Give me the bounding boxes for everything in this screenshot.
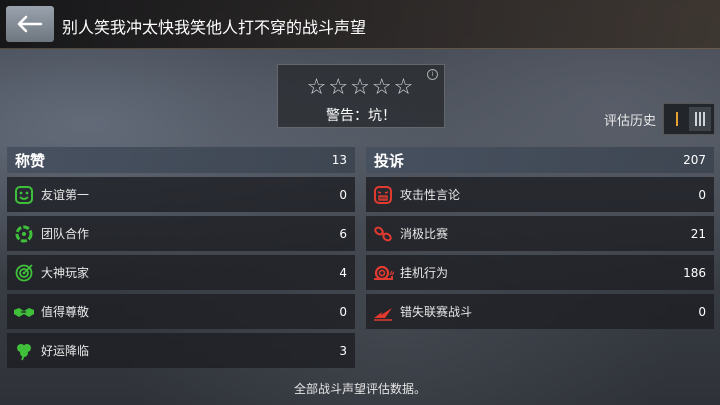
complaint-title: 投诉 bbox=[374, 151, 405, 170]
angry-face-icon bbox=[372, 184, 394, 206]
complaint-label: 攻击性言论 bbox=[400, 188, 461, 202]
praise-value: 3 bbox=[339, 343, 347, 358]
complaint-value: 0 bbox=[698, 187, 706, 202]
complaint-label: 消极比赛 bbox=[400, 227, 449, 241]
history-label: 评估历史 bbox=[604, 114, 657, 129]
praise-panel: 称赞 13 友谊第一 0 团队合作 6 大神玩家 4 值得尊敬 0 好运降临 3 bbox=[7, 147, 355, 368]
back-arrow-icon bbox=[17, 15, 43, 33]
praise-label: 值得尊敬 bbox=[41, 305, 90, 319]
complaint-value: 21 bbox=[690, 226, 706, 241]
complaint-row[interactable]: 挂机行为 186 bbox=[366, 255, 714, 290]
snail-icon bbox=[372, 262, 394, 284]
star-rating: ☆☆☆☆☆ bbox=[278, 75, 444, 100]
praise-label: 友谊第一 bbox=[41, 188, 90, 202]
history-single-bar-icon[interactable] bbox=[667, 107, 687, 131]
praise-value: 4 bbox=[339, 265, 347, 280]
complaint-value: 186 bbox=[683, 265, 706, 280]
praise-row[interactable]: 团队合作 6 bbox=[7, 216, 355, 251]
footer-text: 全部战斗声望评估数据。 bbox=[293, 382, 426, 396]
praise-value: 0 bbox=[339, 187, 347, 202]
top-bar: 别人笑我冲太快我笑他人打不穿的战斗声望 bbox=[0, 0, 720, 49]
star-icon: ☆ bbox=[393, 75, 416, 100]
complaint-panel: 投诉 207 攻击性言论 0 消极比赛 21 挂机行为 186 错失联赛战斗 0 bbox=[366, 147, 714, 329]
target-icon bbox=[13, 262, 35, 284]
warning-text: 警告：坑！ bbox=[326, 108, 396, 124]
rating-box: ☆☆☆☆☆ i 警告：坑！ bbox=[277, 64, 445, 128]
praise-header: 称赞 13 bbox=[7, 147, 355, 173]
page-title: 别人笑我冲太快我笑他人打不穿的战斗声望 bbox=[62, 18, 367, 37]
clover-icon bbox=[13, 340, 35, 362]
complaint-row[interactable]: 消极比赛 21 bbox=[366, 216, 714, 251]
complaint-count: 207 bbox=[683, 153, 706, 167]
star-icon: ☆ bbox=[306, 75, 329, 100]
praise-title: 称赞 bbox=[15, 151, 46, 170]
info-icon[interactable]: i bbox=[427, 69, 438, 80]
teamwork-ring-icon bbox=[13, 223, 35, 245]
star-icon: ☆ bbox=[350, 75, 372, 100]
history-multi-bar-icon[interactable] bbox=[689, 107, 711, 131]
back-button[interactable] bbox=[6, 6, 54, 42]
chain-icon bbox=[372, 223, 394, 245]
complaint-row[interactable]: 错失联赛战斗 0 bbox=[366, 294, 714, 329]
history-toggle[interactable] bbox=[663, 103, 715, 135]
praise-label: 团队合作 bbox=[41, 227, 90, 241]
praise-value: 6 bbox=[339, 226, 347, 241]
smile-icon bbox=[13, 184, 35, 206]
praise-count: 13 bbox=[331, 153, 347, 167]
praise-row[interactable]: 好运降临 3 bbox=[7, 333, 355, 368]
handshake-icon bbox=[13, 301, 35, 323]
praise-row[interactable]: 值得尊敬 0 bbox=[7, 294, 355, 329]
star-icon: ☆ bbox=[371, 75, 394, 100]
complaint-label: 错失联赛战斗 bbox=[400, 305, 473, 319]
praise-value: 0 bbox=[339, 304, 347, 319]
complaint-value: 0 bbox=[698, 304, 706, 319]
complaint-label: 挂机行为 bbox=[400, 266, 449, 280]
praise-row[interactable]: 大神玩家 4 bbox=[7, 255, 355, 290]
broken-arrow-icon bbox=[372, 301, 394, 323]
praise-label: 大神玩家 bbox=[41, 266, 90, 280]
praise-label: 好运降临 bbox=[41, 344, 90, 358]
praise-row[interactable]: 友谊第一 0 bbox=[7, 177, 355, 212]
complaint-header: 投诉 207 bbox=[366, 147, 714, 173]
complaint-row[interactable]: 攻击性言论 0 bbox=[366, 177, 714, 212]
star-icon: ☆ bbox=[328, 75, 351, 100]
